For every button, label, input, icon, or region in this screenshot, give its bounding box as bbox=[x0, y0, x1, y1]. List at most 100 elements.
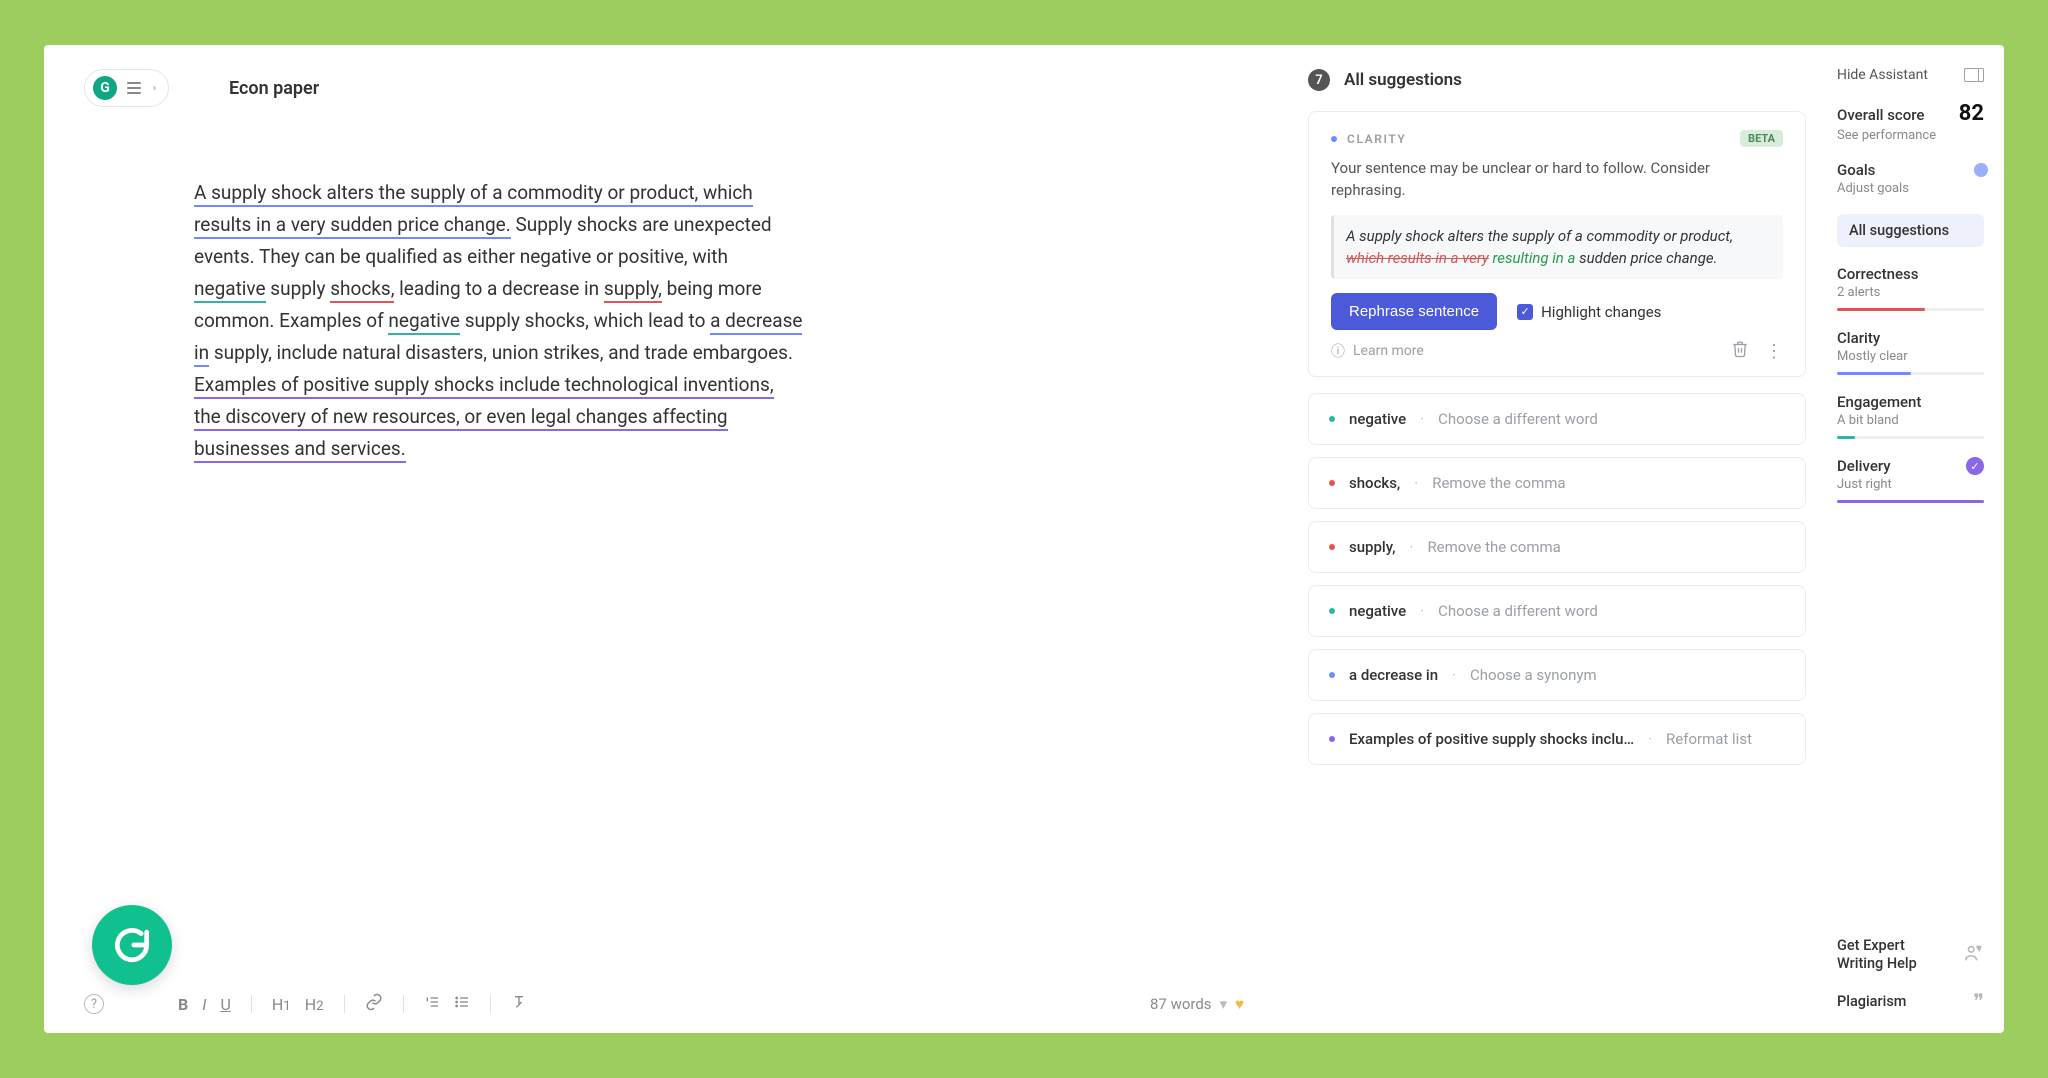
category-label: CLARITY bbox=[1347, 132, 1406, 146]
format-group-heading: H1 H2 bbox=[272, 995, 324, 1014]
word-correctness-highlight[interactable]: shocks, bbox=[330, 277, 394, 303]
document-body[interactable]: A supply shock alters the supply of a co… bbox=[44, 127, 804, 465]
underline-button[interactable]: U bbox=[220, 995, 230, 1014]
suggestion-count-badge: 7 bbox=[1308, 69, 1330, 91]
delivery-metric[interactable]: Delivery ✓ Just right bbox=[1837, 457, 1984, 503]
divider bbox=[344, 995, 345, 1013]
category-dot-icon bbox=[1329, 544, 1335, 550]
suggestion-hint: Choose a different word bbox=[1438, 602, 1598, 620]
suggestion-card-expanded[interactable]: CLARITY BETA Your sentence may be unclea… bbox=[1308, 111, 1806, 377]
insert-text: resulting in a bbox=[1492, 249, 1575, 267]
divider bbox=[251, 995, 252, 1013]
ordered-list-button[interactable] bbox=[424, 994, 440, 1014]
check-circle-icon: ✓ bbox=[1966, 457, 1984, 475]
goals-button[interactable]: Goals Adjust goals bbox=[1837, 161, 1984, 196]
suggestions-column: 7 All suggestions CLARITY BETA Your sent… bbox=[1304, 45, 1824, 1033]
clear-format-button[interactable] bbox=[511, 994, 527, 1014]
document-title[interactable]: Econ paper bbox=[229, 78, 319, 99]
suggestion-row[interactable]: a decrease in · Choose a synonym bbox=[1308, 649, 1806, 701]
word-count-label: 87 words bbox=[1150, 995, 1212, 1013]
category-dot-icon bbox=[1329, 480, 1335, 486]
suggestions-header: 7 All suggestions bbox=[1308, 69, 1806, 91]
app-menu-pill[interactable]: G › bbox=[84, 69, 169, 107]
suggestion-row[interactable]: negative · Choose a different word bbox=[1308, 393, 1806, 445]
metric-bar bbox=[1837, 500, 1984, 503]
category-dot-icon bbox=[1331, 136, 1337, 142]
sentence-delivery-highlight[interactable]: Examples of positive supply shocks inclu… bbox=[194, 373, 774, 463]
category-dot-icon bbox=[1329, 672, 1335, 678]
divider bbox=[490, 995, 491, 1013]
heart-icon[interactable]: ♥ bbox=[1235, 995, 1244, 1013]
person-heart-icon bbox=[1962, 942, 1984, 968]
format-group-text: B I U bbox=[178, 995, 231, 1014]
overall-score[interactable]: Overall score 82 See performance bbox=[1837, 101, 1984, 143]
category-dot-icon bbox=[1329, 416, 1335, 422]
editor-column: G › Econ paper A supply shock alters the… bbox=[44, 45, 1304, 1033]
menu-icon bbox=[127, 82, 141, 94]
rewrite-preview: A supply shock alters the supply of a co… bbox=[1331, 215, 1783, 279]
app-window: G › Econ paper A supply shock alters the… bbox=[44, 45, 2004, 1033]
trash-icon[interactable] bbox=[1731, 340, 1749, 362]
metric-bar bbox=[1837, 372, 1984, 375]
word-correctness-highlight[interactable]: supply, bbox=[604, 277, 662, 303]
suggestion-hint: Choose a synonym bbox=[1470, 666, 1597, 684]
learn-more-link[interactable]: ⓘ Learn more bbox=[1331, 341, 1424, 361]
category-dot-icon bbox=[1329, 608, 1335, 614]
suggestions-title: All suggestions bbox=[1344, 70, 1462, 90]
suggestion-term: negative bbox=[1349, 602, 1406, 620]
editor-bottombar: ? B I U H1 H2 bbox=[84, 993, 1244, 1015]
quotes-icon: ❞ bbox=[1973, 989, 1984, 1013]
suggestion-hint: Reformat list bbox=[1666, 730, 1752, 748]
beta-badge: BETA bbox=[1740, 130, 1783, 147]
italic-button[interactable]: I bbox=[202, 995, 206, 1014]
grammarly-logo-icon: G bbox=[93, 76, 117, 100]
suggestion-row[interactable]: shocks, · Remove the comma bbox=[1308, 457, 1806, 509]
grammarly-floating-icon[interactable] bbox=[92, 905, 172, 985]
word-engagement-highlight[interactable]: negative bbox=[194, 277, 266, 303]
more-icon[interactable]: ⋮ bbox=[1765, 341, 1783, 362]
word-count[interactable]: 87 words ▾ ♥ bbox=[1150, 995, 1244, 1013]
metric-bar bbox=[1837, 436, 1984, 439]
link-button[interactable] bbox=[365, 993, 383, 1015]
suggestion-hint: Remove the comma bbox=[1432, 474, 1565, 492]
expert-help-link[interactable]: Get Expert Writing Help bbox=[1837, 937, 1984, 973]
editor-topbar: G › Econ paper bbox=[44, 45, 1244, 127]
panel-collapse-icon bbox=[1964, 68, 1984, 82]
bold-button[interactable]: B bbox=[178, 995, 188, 1014]
suggestion-row[interactable]: supply, · Remove the comma bbox=[1308, 521, 1806, 573]
format-group-list bbox=[424, 994, 470, 1014]
suggestion-hint: Choose a different word bbox=[1438, 410, 1598, 428]
notice-dot-icon bbox=[1974, 163, 1988, 177]
rephrase-button[interactable]: Rephrase sentence bbox=[1331, 293, 1497, 330]
correctness-metric[interactable]: Correctness 2 alerts bbox=[1837, 265, 1984, 311]
engagement-metric[interactable]: Engagement A bit bland bbox=[1837, 393, 1984, 439]
suggestion-term: supply, bbox=[1349, 538, 1396, 556]
suggestion-hint: Remove the comma bbox=[1427, 538, 1560, 556]
suggestion-term: shocks, bbox=[1349, 474, 1400, 492]
suggestion-term: negative bbox=[1349, 410, 1406, 428]
checkbox-checked-icon: ✓ bbox=[1517, 304, 1533, 320]
h2-button[interactable]: H2 bbox=[305, 995, 324, 1014]
category-dot-icon bbox=[1329, 736, 1335, 742]
highlight-changes-toggle[interactable]: ✓ Highlight changes bbox=[1517, 303, 1661, 321]
hide-assistant-button[interactable]: Hide Assistant bbox=[1837, 67, 1984, 83]
suggestion-term: a decrease in bbox=[1349, 666, 1438, 684]
clarity-metric[interactable]: Clarity Mostly clear bbox=[1837, 329, 1984, 375]
question-circle-icon: ⓘ bbox=[1331, 341, 1345, 361]
suggestion-description: Your sentence may be unclear or hard to … bbox=[1331, 157, 1783, 201]
suggestion-term: Examples of positive supply shocks inclu… bbox=[1349, 730, 1634, 748]
all-suggestions-tab[interactable]: All suggestions bbox=[1837, 214, 1984, 247]
suggestion-row[interactable]: Examples of positive supply shocks inclu… bbox=[1308, 713, 1806, 765]
help-icon[interactable]: ? bbox=[84, 994, 104, 1014]
assistant-column: Hide Assistant Overall score 82 See perf… bbox=[1824, 45, 2004, 1033]
chevron-down-icon: ▾ bbox=[1220, 995, 1228, 1013]
suggestion-row[interactable]: negative · Choose a different word bbox=[1308, 585, 1806, 637]
h1-button[interactable]: H1 bbox=[272, 995, 291, 1014]
unordered-list-button[interactable] bbox=[454, 994, 470, 1014]
strike-text: which results in a very bbox=[1346, 249, 1489, 267]
chevron-right-icon: › bbox=[153, 83, 156, 94]
divider bbox=[403, 995, 404, 1013]
plagiarism-link[interactable]: Plagiarism ❞ bbox=[1837, 989, 1984, 1013]
metric-bar bbox=[1837, 308, 1984, 311]
word-engagement-highlight[interactable]: negative bbox=[388, 309, 460, 335]
